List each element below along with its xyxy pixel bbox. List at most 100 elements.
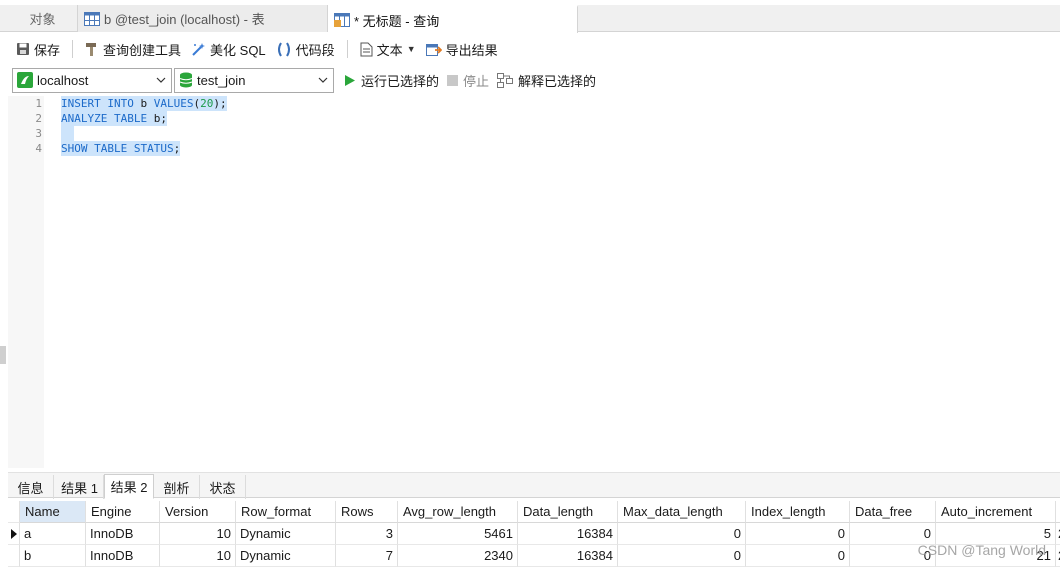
table-cell[interactable]: 16384	[518, 523, 618, 545]
column-header-version[interactable]: Version	[160, 501, 236, 523]
export-results-button[interactable]: 导出结果	[422, 37, 502, 61]
table-cell[interactable]: 5461	[398, 523, 518, 545]
tab-objects-label: 对象	[29, 12, 56, 27]
tab-result-1-label: 结果 1	[61, 480, 98, 496]
parentheses-icon	[277, 41, 290, 57]
stop-icon	[447, 74, 459, 86]
sql-keyword: SHOW TABLE STATUS	[61, 142, 174, 155]
tab-objects[interactable]: 对象	[8, 5, 78, 32]
table-cell[interactable]: 7	[336, 545, 398, 567]
connection-select[interactable]: localhost	[12, 67, 172, 93]
run-selected-button[interactable]: 运行已选择的	[344, 71, 439, 90]
beautify-sql-label: 美化 SQL	[210, 42, 266, 58]
database-select[interactable]: test_join	[174, 67, 334, 93]
sql-keyword: INSERT INTO	[61, 97, 134, 110]
save-button[interactable]: 保存	[12, 37, 64, 61]
table-cell[interactable]: 0	[618, 545, 746, 567]
tab-table-b[interactable]: b @test_join (localhost) - 表	[78, 5, 328, 32]
line-number: 2	[35, 112, 42, 125]
code-snippet-label: 代码段	[295, 42, 335, 58]
tab-profile[interactable]: 剖析	[154, 475, 200, 499]
grid-corner	[8, 501, 20, 523]
table-cell[interactable]: 10	[160, 545, 236, 567]
left-panel-edge	[0, 96, 8, 570]
table-icon	[84, 11, 100, 26]
table-cell[interactable]: 0	[746, 545, 850, 567]
column-header-create-time[interactable]: C	[1056, 501, 1060, 523]
row-indicator[interactable]	[8, 523, 20, 545]
result-tabs: 信息 结果 1 结果 2 剖析 状态	[8, 472, 1060, 499]
code-line-2: ANALYZE TABLE b;	[61, 111, 167, 126]
hammer-icon	[86, 42, 97, 56]
chevron-down-icon	[156, 77, 166, 83]
table-cell[interactable]: Dynamic	[236, 523, 336, 545]
sql-identifier: b	[133, 97, 154, 110]
query-builder-button[interactable]: 查询创建工具	[81, 37, 185, 61]
tab-result-2[interactable]: 结果 2	[104, 474, 154, 499]
sql-editor[interactable]: 1 2 3 4 INSERT INTO b VALUES(20); ANALYZ…	[8, 96, 1060, 468]
run-selected-label: 运行已选择的	[361, 73, 440, 89]
line-number: 1	[35, 97, 42, 110]
table-cell[interactable]: 2	[1056, 523, 1060, 545]
play-icon	[345, 74, 355, 86]
tab-untitled-query[interactable]: * 无标题 - 查询	[328, 5, 578, 33]
save-label: 保存	[34, 42, 61, 58]
sql-identifier: b;	[147, 112, 167, 125]
sql-number: 20	[200, 97, 214, 110]
tab-result-1[interactable]: 结果 1	[56, 475, 104, 499]
toolbar-divider	[72, 40, 74, 58]
table-cell[interactable]: 0	[618, 523, 746, 545]
explain-selected-button[interactable]: 解释已选择的	[497, 71, 596, 90]
table-cell[interactable]: Dynamic	[236, 545, 336, 567]
tab-info[interactable]: 信息	[8, 475, 54, 499]
column-header-avg-row-length[interactable]: Avg_row_length	[398, 501, 518, 523]
tab-status[interactable]: 状态	[200, 475, 246, 499]
current-row-arrow-icon	[11, 529, 17, 539]
mysql-connection-icon	[17, 72, 33, 88]
column-header-rows[interactable]: Rows	[336, 501, 398, 523]
line-number: 3	[35, 127, 42, 140]
save-icon	[17, 43, 29, 55]
text-mode-label: 文本	[376, 42, 403, 58]
column-header-auto-increment[interactable]: Auto_increment	[936, 501, 1056, 523]
beautify-sql-button[interactable]: 美化 SQL	[187, 37, 270, 61]
query-builder-label: 查询创建工具	[103, 42, 182, 58]
explain-selected-label: 解释已选择的	[518, 73, 597, 89]
column-header-data-free[interactable]: Data_free	[850, 501, 936, 523]
code-line-3-selection	[61, 126, 74, 141]
table-cell[interactable]: 2	[1056, 545, 1060, 567]
column-header-data-length[interactable]: Data_length	[518, 501, 618, 523]
table-cell[interactable]: a	[20, 523, 86, 545]
column-header-engine[interactable]: Engine	[86, 501, 160, 523]
table-cell[interactable]: 3	[336, 523, 398, 545]
sql-keyword: VALUES	[153, 97, 194, 110]
table-cell[interactable]: 2340	[398, 545, 518, 567]
database-value: test_join	[197, 72, 246, 88]
table-cell[interactable]: 0	[746, 523, 850, 545]
table-cell[interactable]: 10	[160, 523, 236, 545]
database-icon	[179, 72, 193, 88]
stop-label: 停止	[463, 73, 490, 89]
table-cell[interactable]: 16384	[518, 545, 618, 567]
tab-untitled-query-label: * 无标题 - 查询	[354, 13, 440, 29]
document-tab-bar: 对象 b @test_join (localhost) - 表 * 无标题 - …	[0, 5, 1060, 33]
line-number-gutter: 1 2 3 4	[8, 96, 44, 468]
table-cell[interactable]: InnoDB	[86, 545, 160, 567]
row-indicator[interactable]	[8, 545, 20, 567]
export-results-label: 导出结果	[445, 42, 498, 58]
stop-button[interactable]: 停止	[447, 71, 489, 90]
column-header-name[interactable]: Name	[20, 501, 86, 523]
explain-icon	[497, 72, 514, 88]
splitter-handle[interactable]	[0, 346, 6, 364]
document-icon	[360, 42, 373, 56]
result-grid[interactable]: Name Engine Version Row_format Rows Avg_…	[8, 499, 1060, 570]
code-snippet-button[interactable]: 代码段	[272, 37, 339, 61]
export-icon	[425, 43, 442, 56]
column-header-max-data-length[interactable]: Max_data_length	[618, 501, 746, 523]
column-header-row-format[interactable]: Row_format	[236, 501, 336, 523]
text-mode-dropdown[interactable]: 文本 ▼	[356, 37, 420, 61]
watermark: CSDN @Tang World	[917, 542, 1046, 558]
table-cell[interactable]: b	[20, 545, 86, 567]
table-cell[interactable]: InnoDB	[86, 523, 160, 545]
column-header-index-length[interactable]: Index_length	[746, 501, 850, 523]
